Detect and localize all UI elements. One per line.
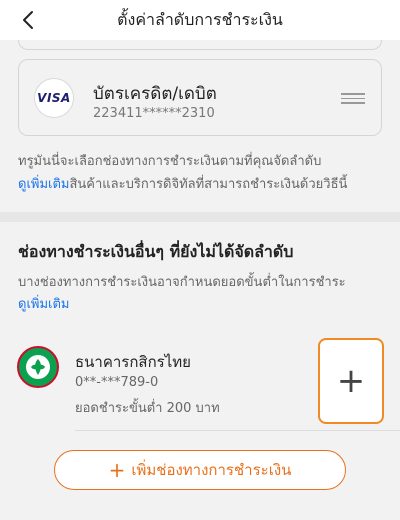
priority-note: ทรูมันนี่จะเลือกช่องทางการชำระเงินตามที่… — [18, 150, 390, 196]
bank-name: ธนาคารกสิกรไทย — [75, 353, 191, 371]
page-title: ตั้งค่าลำดับการชำระเงิน — [117, 10, 283, 29]
kbank-logo — [17, 346, 59, 388]
desc-see-more-link[interactable]: ดูเพิ่มเติม — [18, 297, 69, 312]
note-text-2: สินค้าและบริการดิจิทัลที่สามารถชำระเงินด… — [69, 177, 348, 192]
section-description: บางช่องทางการชำระเงินอาจกำหนดยอดขั้นต่ำใ… — [18, 272, 390, 316]
section-divider — [0, 212, 400, 222]
add-to-priority-button[interactable]: + — [318, 338, 384, 424]
payment-card-item[interactable]: VISA บัตรเครดิต/เดบิต 223411******2310 — [18, 59, 382, 136]
card-name: บัตรเครดิต/เดบิต — [93, 84, 217, 104]
plus-icon: + — [336, 361, 366, 401]
desc-text: บางช่องทางการชำระเงินอาจกำหนดยอดขั้นต่ำใ… — [18, 275, 346, 290]
previous-card-edge — [18, 40, 382, 50]
visa-logo: VISA — [34, 78, 74, 118]
section-title: ช่องทางชำระเงินอื่นๆ ที่ยังไม่ได้จัดลำดั… — [18, 242, 294, 261]
note-see-more-link[interactable]: ดูเพิ่มเติม — [18, 177, 69, 192]
bank-min-amount: ยอดชำระขั้นต่ำ 200 บาท — [75, 401, 220, 416]
add-payment-method-button[interactable]: + เพิ่มช่องทางการชำระเงิน — [54, 450, 346, 490]
add-payment-method-label: เพิ่มช่องทางการชำระเงิน — [131, 461, 292, 479]
card-number: 223411******2310 — [93, 106, 215, 121]
drag-handle-icon[interactable] — [341, 93, 365, 104]
plus-icon: + — [108, 458, 126, 482]
top-bar: ตั้งค่าลำดับการชำระเงิน — [0, 0, 400, 40]
bank-account: 0**-***789-0 — [75, 375, 159, 390]
row-divider — [75, 430, 400, 431]
note-text: ทรูมันนี่จะเลือกช่องทางการชำระเงินตามที่… — [18, 154, 322, 169]
